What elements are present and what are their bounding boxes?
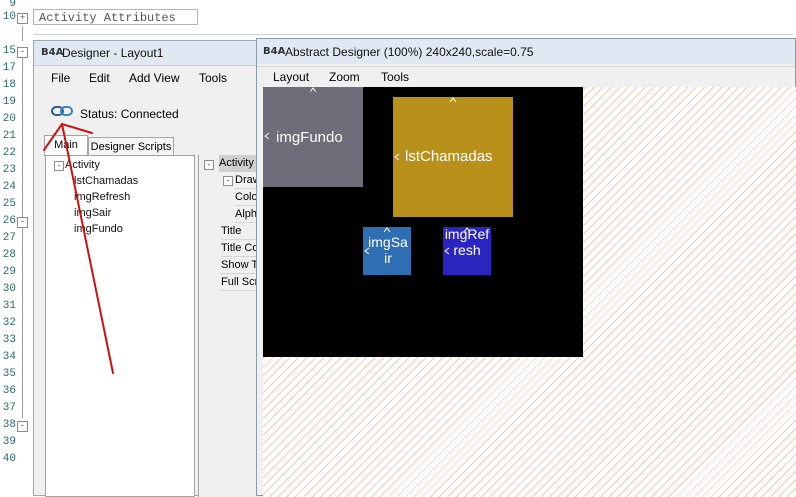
expand-region-icon[interactable]: + bbox=[17, 13, 28, 24]
collapse-region-icon[interactable]: - bbox=[17, 47, 28, 58]
resize-handle-icon[interactable] bbox=[394, 153, 400, 161]
line-number: 10 bbox=[2, 11, 16, 23]
tree-node-view[interactable]: imgRefresh bbox=[74, 191, 130, 203]
line-number: 24 bbox=[2, 181, 16, 193]
line-number: 15 bbox=[2, 45, 16, 57]
line-number: 40 bbox=[2, 453, 16, 465]
line-number: 19 bbox=[2, 96, 16, 108]
line-number-gutter: 9 10 15 17 18 19 20 21 22 23 24 25 26 27… bbox=[0, 0, 16, 496]
tree-node-view[interactable]: lstChamadas bbox=[74, 175, 138, 187]
collapse-group-icon[interactable]: - bbox=[204, 160, 214, 170]
line-number: 32 bbox=[2, 317, 16, 329]
menu-layout[interactable]: Layout bbox=[273, 70, 309, 84]
designer-menubar: File Edit Add View Tools bbox=[34, 67, 262, 89]
fold-guide bbox=[22, 58, 23, 218]
line-number: 34 bbox=[2, 351, 16, 363]
line-number: 30 bbox=[2, 283, 16, 295]
line-number: 17 bbox=[2, 62, 16, 74]
menu-tools[interactable]: Tools bbox=[381, 70, 409, 84]
resize-handle-icon[interactable] bbox=[449, 97, 457, 103]
designer-titlebar[interactable]: B4A Designer - Layout1 bbox=[34, 41, 262, 66]
collapse-region-icon[interactable]: - bbox=[17, 217, 28, 228]
menu-zoom[interactable]: Zoom bbox=[329, 70, 360, 84]
connection-status: Status: Connected bbox=[80, 107, 179, 121]
menu-file[interactable]: File bbox=[51, 71, 70, 85]
separator bbox=[33, 34, 793, 35]
collapse-region-icon[interactable]: - bbox=[17, 421, 28, 432]
region-label-box[interactable]: Activity Attributes bbox=[33, 9, 198, 25]
properties-grid: - Activity - Draw Colo Alph Title Title … bbox=[198, 155, 265, 497]
line-number: 25 bbox=[2, 198, 16, 210]
view-label: lstChamadas bbox=[405, 148, 493, 165]
collapse-group-icon[interactable]: - bbox=[223, 176, 233, 186]
abstract-designer-titlebar[interactable]: B4A Abstract Designer (100%) 240x240,sca… bbox=[257, 39, 795, 64]
line-number: 31 bbox=[2, 300, 16, 312]
line-number: 20 bbox=[2, 113, 16, 125]
window-title: Designer - Layout1 bbox=[62, 46, 164, 60]
line-number: 39 bbox=[2, 436, 16, 448]
tree-node-view[interactable]: imgSair bbox=[74, 207, 111, 219]
line-number: 33 bbox=[2, 334, 16, 346]
view-lstchamadas[interactable]: lstChamadas bbox=[393, 97, 513, 217]
tab-designer-scripts[interactable]: Designer Scripts bbox=[88, 137, 174, 156]
line-number: 36 bbox=[2, 385, 16, 397]
menu-tools[interactable]: Tools bbox=[199, 71, 227, 85]
line-number: 26 bbox=[2, 215, 16, 227]
view-label: imgFundo bbox=[276, 129, 343, 146]
view-tree: - Activity lstChamadas imgRefresh imgSai… bbox=[45, 155, 195, 497]
abstract-designer-menubar: Layout Zoom Tools bbox=[257, 66, 795, 88]
menu-add-view[interactable]: Add View bbox=[129, 71, 179, 85]
line-number: 35 bbox=[2, 368, 16, 380]
b4a-logo-icon: B4A bbox=[263, 46, 286, 57]
view-label: imgSair bbox=[368, 234, 408, 266]
view-imgsair[interactable]: imgSair bbox=[363, 227, 411, 275]
line-number: 9 bbox=[9, 0, 16, 10]
line-number: 28 bbox=[2, 249, 16, 261]
resize-handle-icon[interactable] bbox=[309, 87, 317, 93]
b4a-logo-icon: B4A bbox=[41, 47, 64, 58]
line-number: 22 bbox=[2, 147, 16, 159]
line-number: 37 bbox=[2, 402, 16, 414]
tab-main[interactable]: Main bbox=[44, 135, 88, 156]
window-title: Abstract Designer (100%) 240x240,scale=0… bbox=[285, 45, 534, 59]
collapse-node-icon[interactable]: - bbox=[54, 161, 64, 171]
chain-link-icon bbox=[51, 106, 73, 116]
device-screen[interactable]: imgFundo lstChamadas imgSair imgRefresh bbox=[263, 87, 583, 357]
tree-node-activity[interactable]: Activity bbox=[65, 159, 100, 171]
fold-guide bbox=[22, 228, 23, 418]
menu-edit[interactable]: Edit bbox=[89, 71, 110, 85]
view-imgrefresh[interactable]: imgRefresh bbox=[443, 226, 491, 275]
line-number: 21 bbox=[2, 130, 16, 142]
tree-node-view[interactable]: imgFundo bbox=[74, 223, 123, 235]
resize-handle-icon[interactable] bbox=[264, 132, 270, 140]
designer-window: B4A Designer - Layout1 File Edit Add Vie… bbox=[33, 40, 265, 497]
view-imgfundo[interactable]: imgFundo bbox=[263, 87, 363, 187]
abstract-designer-window: B4A Abstract Designer (100%) 240x240,sca… bbox=[256, 38, 796, 497]
design-canvas[interactable]: imgFundo lstChamadas imgSair imgRefresh bbox=[263, 87, 796, 497]
line-number: 29 bbox=[2, 266, 16, 278]
fold-guide bbox=[22, 26, 23, 41]
view-label: imgRefresh bbox=[444, 226, 490, 258]
line-number: 38 bbox=[2, 419, 16, 431]
resize-handle-icon[interactable] bbox=[383, 227, 391, 233]
line-number: 27 bbox=[2, 232, 16, 244]
line-number: 23 bbox=[2, 164, 16, 176]
line-number: 18 bbox=[2, 79, 16, 91]
